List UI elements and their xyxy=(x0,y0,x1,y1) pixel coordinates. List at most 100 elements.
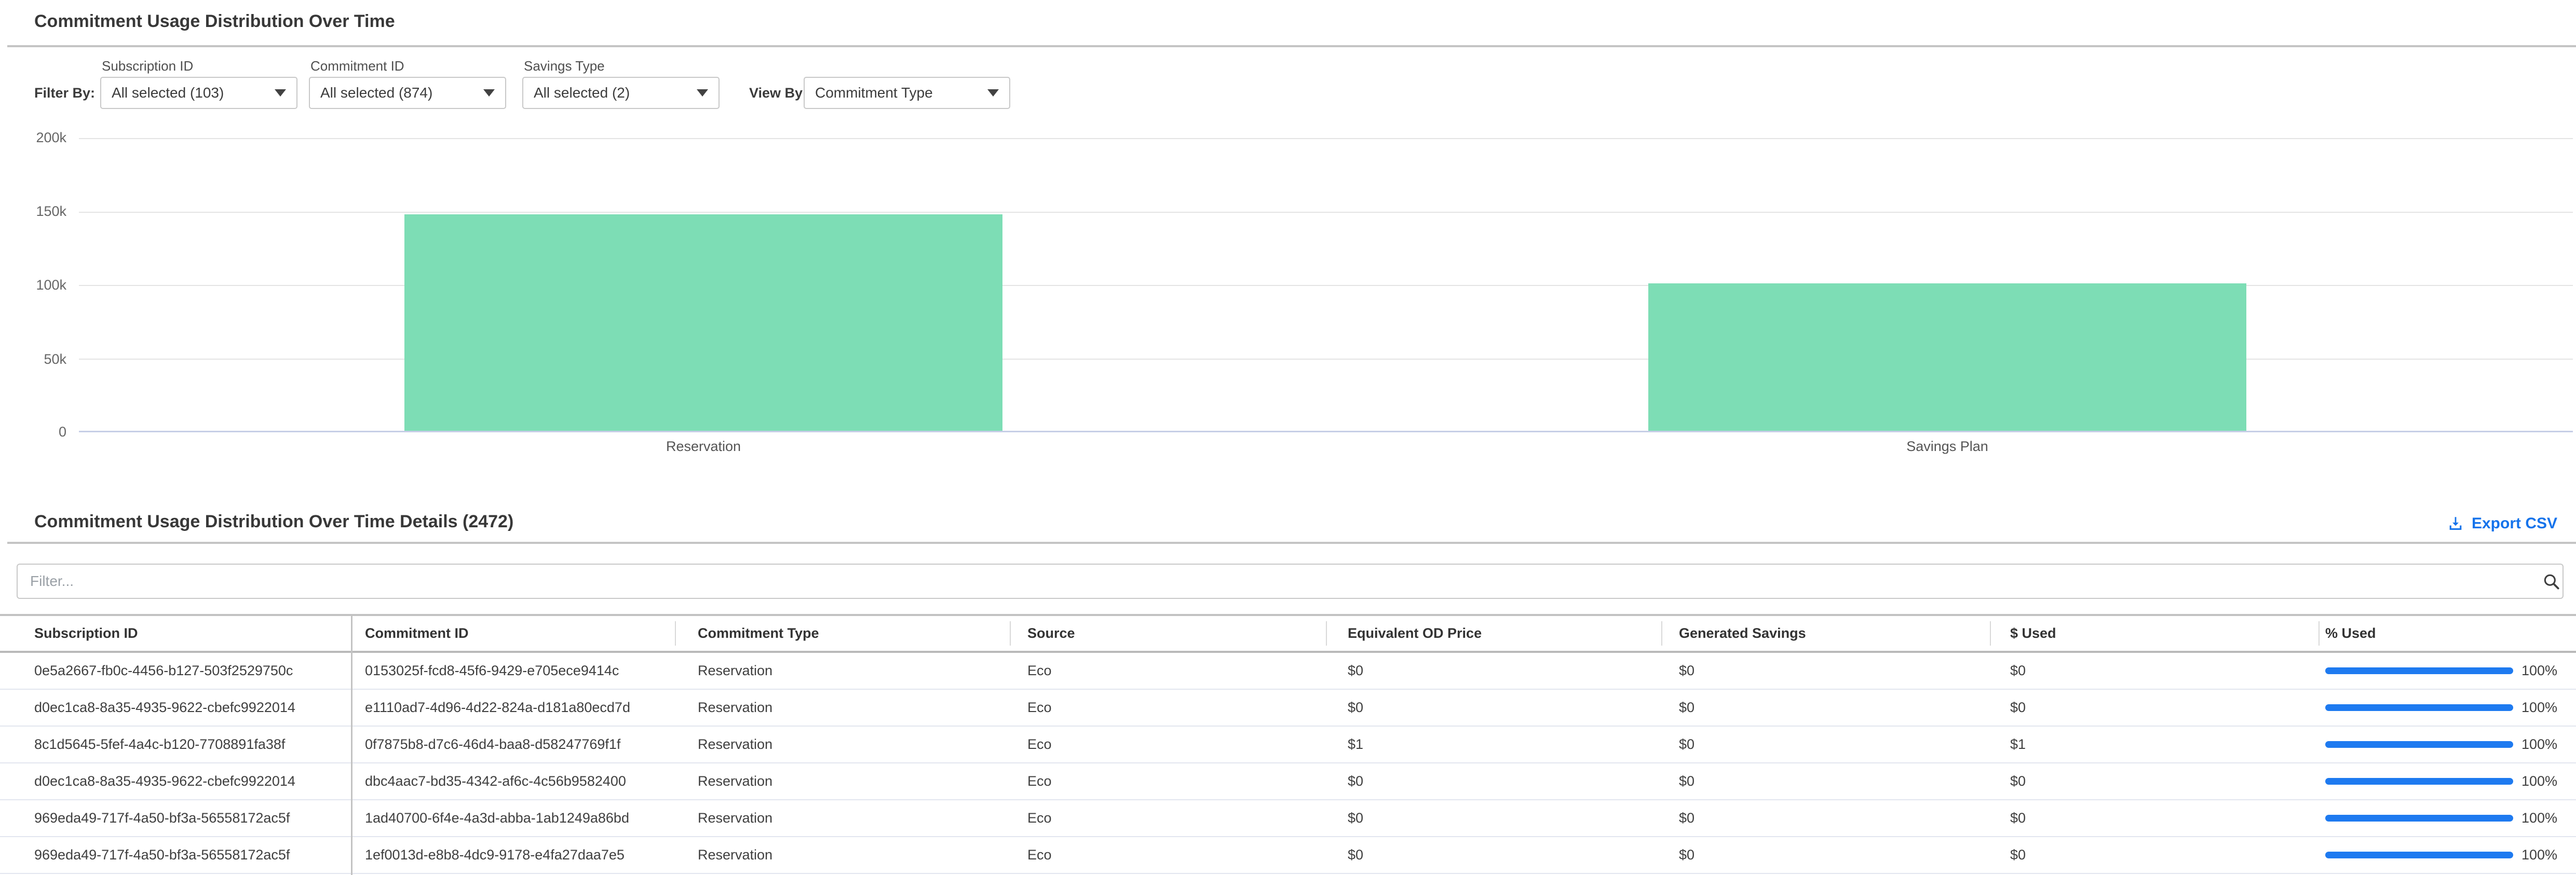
cell-percent-used: 100% xyxy=(2319,736,2576,753)
table-header-row: Subscription ID Commitment ID Commitment… xyxy=(0,614,2576,653)
table-row: d0ec1ca8-8a35-4935-9622-cbefc9922014 e11… xyxy=(0,690,2576,727)
section-divider xyxy=(7,542,2576,544)
x-axis-label-savings-plan: Savings Plan xyxy=(1648,439,2246,455)
cell-generated-savings: $0 xyxy=(1661,736,1990,753)
column-header-generated-savings[interactable]: Generated Savings xyxy=(1661,616,1990,651)
column-header-percent-used[interactable]: % Used xyxy=(2319,616,2576,651)
cell-dollar-used: $1 xyxy=(1990,736,2319,753)
x-axis-label-reservation: Reservation xyxy=(404,439,1002,455)
cell-source: Eco xyxy=(1010,663,1326,679)
gridline xyxy=(79,138,2573,139)
cell-commitment-type: Reservation xyxy=(675,847,1010,863)
column-header-commitment-type[interactable]: Commitment Type xyxy=(675,616,1010,651)
cell-subscription-id: 969eda49-717f-4a50-bf3a-56558172ac5f xyxy=(0,810,351,826)
table-row: 969eda49-717f-4a50-bf3a-56558172ac5f 1ad… xyxy=(0,800,2576,837)
y-axis-tick: 50k xyxy=(0,351,66,367)
export-csv-button[interactable]: Export CSV xyxy=(2447,515,2557,532)
usage-progress-bar xyxy=(2325,778,2513,785)
table-row: 969eda49-717f-4a50-bf3a-56558172ac5f 1ef… xyxy=(0,837,2576,874)
usage-percent-label: 100% xyxy=(2521,736,2557,753)
commitment-id-dropdown[interactable]: All selected (874) xyxy=(309,77,506,109)
cell-dollar-used: $0 xyxy=(1990,773,2319,789)
y-axis-tick: 200k xyxy=(0,130,66,146)
subscription-id-dropdown[interactable]: All selected (103) xyxy=(100,77,297,109)
cell-generated-savings: $0 xyxy=(1661,847,1990,863)
commitment-id-dropdown-label: Commitment ID xyxy=(310,58,404,74)
cell-generated-savings: $0 xyxy=(1661,700,1990,716)
cell-commitment-type: Reservation xyxy=(675,700,1010,716)
column-header-source[interactable]: Source xyxy=(1010,616,1326,651)
cell-source: Eco xyxy=(1010,736,1326,753)
table-row: 8c1d5645-5fef-4a4c-b120-7708891fa38f 0f7… xyxy=(0,727,2576,763)
usage-progress-bar xyxy=(2325,852,2513,858)
cell-commitment-id: dbc4aac7-bd35-4342-af6c-4c56b9582400 xyxy=(351,773,675,789)
column-header-equivalent-od-price[interactable]: Equivalent OD Price xyxy=(1326,616,1661,651)
filter-by-label: Filter By: xyxy=(34,85,95,101)
cell-subscription-id: 8c1d5645-5fef-4a4c-b120-7708891fa38f xyxy=(0,736,351,753)
commitment-usage-dashboard: Commitment Usage Distribution Over Time … xyxy=(0,0,2576,875)
table-row: d0ec1ca8-8a35-4935-9622-cbefc9922014 dbc… xyxy=(0,763,2576,800)
usage-progress-track xyxy=(2325,741,2513,748)
x-axis-line xyxy=(79,431,2573,432)
cell-commitment-type: Reservation xyxy=(675,810,1010,826)
cell-commitment-id: e1110ad7-4d96-4d22-824a-d181a80ecd7d xyxy=(351,700,675,716)
y-axis-tick: 100k xyxy=(0,277,66,293)
export-csv-label: Export CSV xyxy=(2472,515,2557,532)
bar-savings-plan[interactable] xyxy=(1648,283,2246,432)
chevron-down-icon xyxy=(483,89,495,97)
cell-subscription-id: d0ec1ca8-8a35-4935-9622-cbefc9922014 xyxy=(0,700,351,716)
view-by-dropdown[interactable]: Commitment Type xyxy=(804,77,1010,109)
search-icon[interactable] xyxy=(2542,572,2561,592)
usage-progress-track xyxy=(2325,815,2513,822)
usage-percent-label: 100% xyxy=(2521,773,2557,789)
details-title: Commitment Usage Distribution Over Time … xyxy=(34,512,513,532)
cell-commitment-type: Reservation xyxy=(675,773,1010,789)
cell-equivalent-od-price: $0 xyxy=(1326,773,1661,789)
cell-commitment-id: 0f7875b8-d7c6-46d4-baa8-d58247769f1f xyxy=(351,736,675,753)
usage-progress-bar xyxy=(2325,815,2513,822)
column-header-commitment-id[interactable]: Commitment ID xyxy=(351,616,675,651)
cell-equivalent-od-price: $0 xyxy=(1326,810,1661,826)
usage-percent-label: 100% xyxy=(2521,847,2557,863)
cell-generated-savings: $0 xyxy=(1661,663,1990,679)
cell-subscription-id: 0e5a2667-fb0c-4456-b127-503f2529750c xyxy=(0,663,351,679)
cell-percent-used: 100% xyxy=(2319,700,2576,716)
cell-source: Eco xyxy=(1010,847,1326,863)
bar-reservation[interactable] xyxy=(404,214,1002,432)
chevron-down-icon xyxy=(987,89,999,97)
column-header-dollar-used[interactable]: $ Used xyxy=(1990,616,2319,651)
cell-source: Eco xyxy=(1010,810,1326,826)
usage-progress-track xyxy=(2325,778,2513,785)
usage-progress-track xyxy=(2325,852,2513,858)
usage-progress-bar xyxy=(2325,741,2513,748)
savings-type-dropdown[interactable]: All selected (2) xyxy=(522,77,720,109)
y-axis-tick: 0 xyxy=(0,424,66,440)
cell-equivalent-od-price: $0 xyxy=(1326,700,1661,716)
cell-percent-used: 100% xyxy=(2319,663,2576,679)
cell-dollar-used: $0 xyxy=(1990,810,2319,826)
cell-generated-savings: $0 xyxy=(1661,773,1990,789)
usage-percent-label: 100% xyxy=(2521,663,2557,679)
cell-equivalent-od-price: $1 xyxy=(1326,736,1661,753)
cell-equivalent-od-price: $0 xyxy=(1326,847,1661,863)
pinned-column-divider[interactable] xyxy=(351,614,352,875)
commitment-id-dropdown-value: All selected (874) xyxy=(320,85,432,101)
cell-commitment-type: Reservation xyxy=(675,663,1010,679)
download-icon xyxy=(2447,515,2464,532)
cell-percent-used: 100% xyxy=(2319,773,2576,789)
cell-equivalent-od-price: $0 xyxy=(1326,663,1661,679)
savings-type-dropdown-label: Savings Type xyxy=(524,58,605,74)
table-filter-input[interactable] xyxy=(17,564,2564,599)
details-table: Subscription ID Commitment ID Commitment… xyxy=(0,614,2576,874)
gridline xyxy=(79,212,2573,213)
bar-chart: Reservation Savings Plan xyxy=(79,138,2573,432)
subscription-id-dropdown-label: Subscription ID xyxy=(102,58,193,74)
cell-dollar-used: $0 xyxy=(1990,663,2319,679)
column-header-subscription-id[interactable]: Subscription ID xyxy=(0,616,351,651)
usage-progress-track xyxy=(2325,667,2513,674)
cell-commitment-id: 1ef0013d-e8b8-4dc9-9178-e4fa27daa7e5 xyxy=(351,847,675,863)
view-by-label: View By: xyxy=(749,85,807,101)
chevron-down-icon xyxy=(697,89,708,97)
cell-commitment-type: Reservation xyxy=(675,736,1010,753)
cell-source: Eco xyxy=(1010,700,1326,716)
